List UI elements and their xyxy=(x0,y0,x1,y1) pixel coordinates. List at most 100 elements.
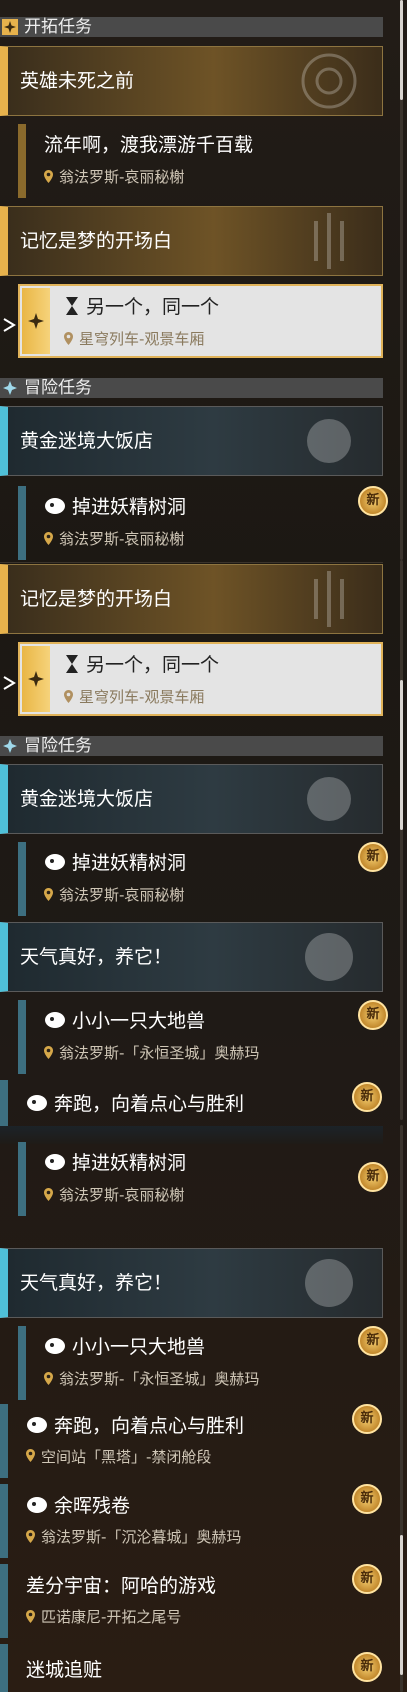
quest-location: 翁法罗斯-「沉沦暮城」奥赫玛 xyxy=(26,1526,241,1547)
quest-sub-drift[interactable]: 流年啊，渡我漂游千百载 翁法罗斯-哀丽秘榭 xyxy=(18,124,383,198)
adventure-quest-icon xyxy=(27,1095,47,1111)
quest-title: 另一个，同一个 xyxy=(64,295,219,319)
quest-title: 掉进妖精树洞 xyxy=(44,495,186,519)
quest-main-memory[interactable]: 记忆是梦的开场白 xyxy=(0,564,383,634)
location-pin-icon xyxy=(26,1610,35,1623)
quest-location: 翁法罗斯-哀丽秘榭 xyxy=(44,885,184,905)
adventure-icon xyxy=(3,381,17,395)
scrollbar[interactable] xyxy=(400,1125,403,1692)
section-header-adventure: 冒险任务 xyxy=(0,736,383,756)
new-badge: 新 xyxy=(358,486,388,516)
quest-location: 翁法罗斯-「永恒圣城」奥赫玛 xyxy=(44,1369,259,1389)
quest-main-weather[interactable]: 天气真好，养它！ xyxy=(0,922,383,992)
location-pin-icon xyxy=(26,1449,35,1462)
location-pin-icon xyxy=(26,1530,35,1543)
adventure-quest-icon xyxy=(45,854,65,870)
adventure-quest-icon xyxy=(27,1417,47,1433)
quest-sub-run-partial[interactable]: 奔跑，向着点心与胜利 新 xyxy=(0,1080,383,1126)
quest-emblem-icon xyxy=(301,53,357,109)
trailblaze-icon xyxy=(28,313,44,329)
quest-sub-fairy[interactable]: 掉进妖精树洞 翁法罗斯-哀丽秘榭 新 xyxy=(18,486,388,560)
quest-title: 黄金迷境大饭店 xyxy=(20,788,154,810)
new-badge: 新 xyxy=(352,1484,382,1514)
section-title: 开拓任务 xyxy=(24,17,92,37)
adventure-quest-icon xyxy=(45,1012,65,1028)
quest-title: 迷城追赃 xyxy=(26,1659,103,1681)
scrollbar[interactable] xyxy=(400,0,403,560)
quest-location: 翁法罗斯-哀丽秘榭 xyxy=(44,167,184,187)
section-title: 冒险任务 xyxy=(24,378,92,398)
new-badge: 新 xyxy=(352,1082,382,1112)
quest-sub-maze[interactable]: 迷城追赃 新 xyxy=(0,1644,383,1692)
quest-emblem-icon xyxy=(307,777,351,821)
location-pin-icon xyxy=(44,532,53,545)
quest-title: 天气真好，养它！ xyxy=(20,1272,173,1294)
quest-sub-fairy[interactable]: 掉进妖精树洞 翁法罗斯-哀丽秘榭 新 xyxy=(18,1142,388,1216)
new-badge: 新 xyxy=(358,1000,388,1030)
quest-location: 空间站「黑塔」-禁闭舱段 xyxy=(26,1446,211,1467)
quest-sub-fairy[interactable]: 掉进妖精树洞 翁法罗斯-哀丽秘榭 新 xyxy=(18,842,388,916)
quest-main-golden[interactable]: 黄金迷境大饭店 xyxy=(0,764,383,834)
new-badge: 新 xyxy=(358,1162,388,1192)
location-pin-icon xyxy=(44,1188,53,1201)
quest-title: 奔跑，向着点心与胜利 xyxy=(26,1092,244,1116)
trailblaze-icon xyxy=(28,671,44,687)
quest-title: 天气真好，养它！ xyxy=(20,946,173,968)
selected-arrow-icon xyxy=(3,676,16,690)
adventure-quest-icon xyxy=(27,1497,47,1513)
quest-location: 星穹列车-观景车厢 xyxy=(64,687,204,707)
quest-title: 小小一只大地兽 xyxy=(44,1335,205,1359)
trailblaze-icon xyxy=(2,19,18,35)
quest-sub-another-selected[interactable]: 另一个，同一个 星穹列车-观景车厢 xyxy=(3,284,383,358)
selected-arrow-icon xyxy=(3,318,16,332)
quest-emblem-icon xyxy=(307,419,351,463)
quest-sub-afterglow[interactable]: 余晖残卷 翁法罗斯-「沉沦暮城」奥赫玛 新 xyxy=(0,1484,383,1558)
quest-title: 记忆是梦的开场白 xyxy=(20,230,173,252)
quest-location: 星穹列车-观景车厢 xyxy=(64,329,204,349)
quest-title: 小小一只大地兽 xyxy=(44,1009,205,1033)
adventure-quest-icon xyxy=(45,498,65,514)
quest-location: 翁法罗斯-哀丽秘榭 xyxy=(44,529,184,549)
section-header-trailblaze: 开拓任务 xyxy=(0,17,383,37)
scrollbar[interactable] xyxy=(400,560,403,1120)
adventure-icon xyxy=(3,739,17,753)
new-badge: 新 xyxy=(358,1326,388,1356)
new-badge: 新 xyxy=(358,842,388,872)
hourglass-icon xyxy=(66,297,78,315)
location-pin-icon xyxy=(44,888,53,901)
quest-sub-another-selected[interactable]: 另一个，同一个 星穹列车-观景车厢 xyxy=(3,642,383,716)
quest-title: 英雄未死之前 xyxy=(20,70,135,92)
quest-main-golden[interactable]: 黄金迷境大饭店 xyxy=(0,406,383,476)
quest-main-hero[interactable]: 英雄未死之前 xyxy=(0,46,383,116)
quest-emblem-icon xyxy=(305,933,353,981)
quest-title: 流年啊，渡我漂游千百载 xyxy=(44,134,254,156)
quest-title: 黄金迷境大饭店 xyxy=(20,430,154,452)
quest-sub-beast[interactable]: 小小一只大地兽 翁法罗斯-「永恒圣城」奥赫玛 新 xyxy=(18,1000,388,1074)
adventure-quest-icon xyxy=(45,1154,65,1170)
location-pin-icon xyxy=(44,170,53,183)
quest-sub-diff[interactable]: 差分宇宙：阿哈的游戏 匹诺康尼-开拓之尾号 新 xyxy=(0,1564,383,1638)
quest-title: 另一个，同一个 xyxy=(64,653,219,677)
quest-title: 掉进妖精树洞 xyxy=(44,1151,186,1175)
new-badge: 新 xyxy=(352,1404,382,1434)
quest-location: 翁法罗斯-哀丽秘榭 xyxy=(44,1185,184,1205)
quest-title: 记忆是梦的开场白 xyxy=(20,588,173,610)
location-pin-icon xyxy=(44,1046,53,1059)
quest-emblem-icon xyxy=(314,571,344,627)
adventure-quest-icon xyxy=(45,1338,65,1354)
section-header-adventure: 冒险任务 xyxy=(0,378,383,398)
location-pin-icon xyxy=(44,1372,53,1385)
quest-main-memory[interactable]: 记忆是梦的开场白 xyxy=(0,206,383,276)
quest-location: 翁法罗斯-「永恒圣城」奥赫玛 xyxy=(44,1043,259,1063)
quest-main-weather[interactable]: 天气真好，养它！ xyxy=(0,1248,383,1318)
hourglass-icon xyxy=(66,655,78,673)
new-badge: 新 xyxy=(352,1564,382,1594)
quest-title: 差分宇宙：阿哈的游戏 xyxy=(26,1575,217,1597)
quest-sub-beast[interactable]: 小小一只大地兽 翁法罗斯-「永恒圣城」奥赫玛 新 xyxy=(18,1326,388,1400)
quest-sub-run[interactable]: 奔跑，向着点心与胜利 空间站「黑塔」-禁闭舱段 新 xyxy=(0,1404,383,1478)
new-badge: 新 xyxy=(352,1652,382,1682)
quest-emblem-icon xyxy=(305,1259,353,1307)
quest-location: 匹诺康尼-开拓之尾号 xyxy=(26,1606,181,1627)
quest-list-panel: 开拓任务 英雄未死之前 流年啊，渡我漂游千百载 翁法罗斯-哀丽秘榭 记忆是梦的开… xyxy=(0,0,407,1692)
quest-title: 掉进妖精树洞 xyxy=(44,851,186,875)
